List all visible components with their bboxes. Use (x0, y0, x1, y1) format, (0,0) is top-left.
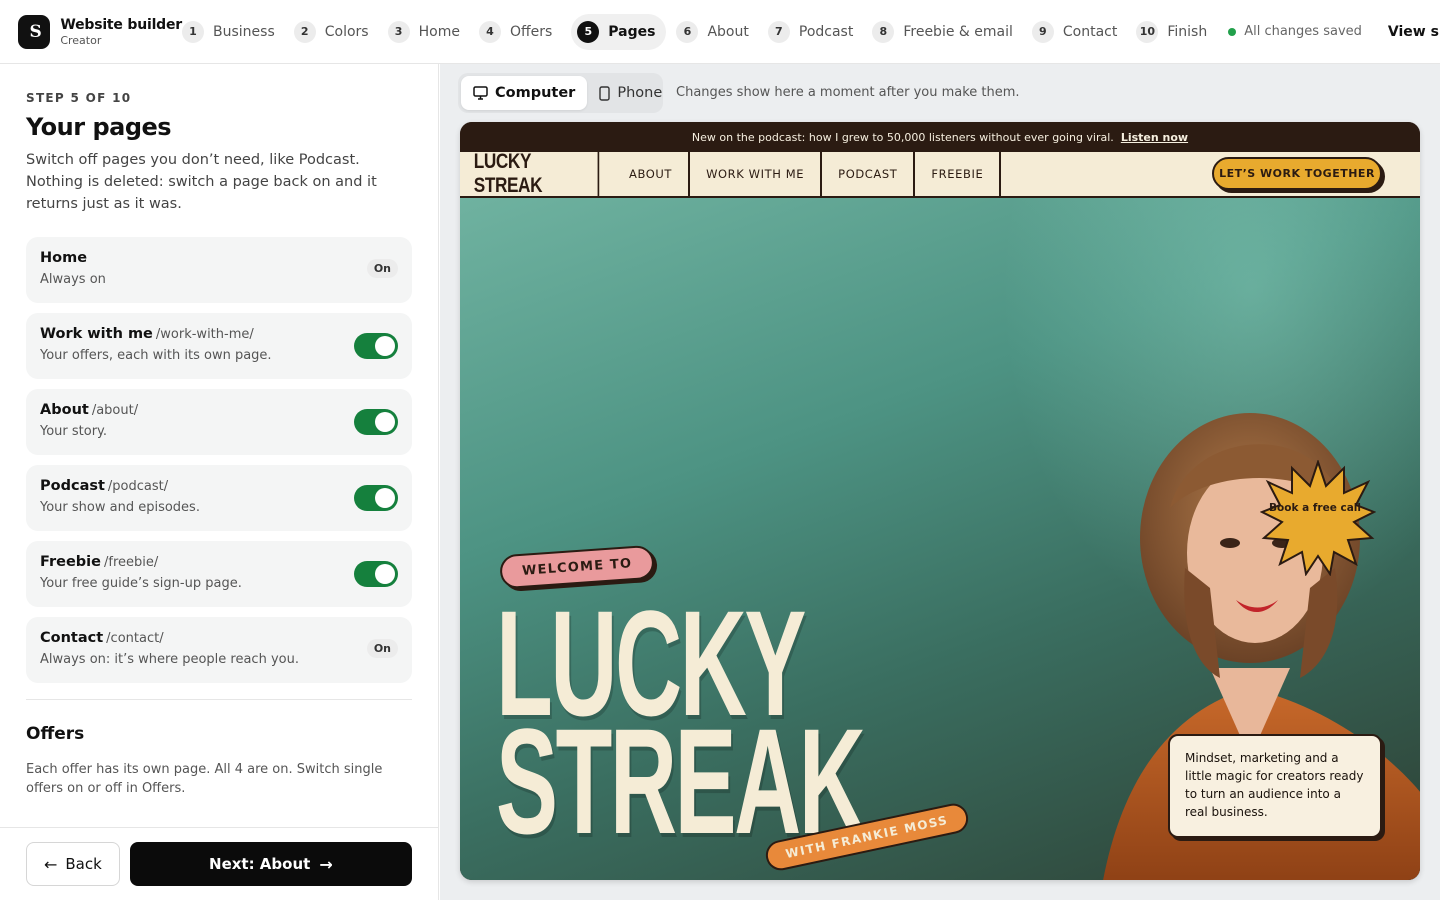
step-business[interactable]: 1 Business (182, 14, 284, 50)
step-pages[interactable]: 5 Pages (571, 13, 667, 50)
toggle-freebie[interactable] (354, 561, 398, 587)
step-home[interactable]: 3 Home (387, 14, 469, 50)
page-slug: /freebie/ (103, 555, 159, 570)
panel-footer: ← Back Next: About → (0, 827, 438, 900)
pages-panel: STEP 5 OF 10 Your pages Switch off pages… (0, 64, 439, 900)
step-finish[interactable]: 10 Finish (1136, 14, 1216, 50)
site-preview: New on the podcast: how I grew to 50,000… (460, 122, 1420, 880)
status-dot-icon (1228, 27, 1237, 36)
offers-description: Each offer has its own page. All 4 are o… (26, 762, 383, 796)
page-card-home: Home Always on On (26, 237, 412, 303)
step-podcast[interactable]: 7 Podcast (767, 14, 862, 50)
preview-hint: Changes show here a moment after you mak… (676, 85, 1020, 100)
announcement-bar: New on the podcast: how I grew to 50,000… (460, 122, 1420, 152)
toggle-podcast[interactable] (354, 485, 398, 511)
save-status: All changes saved (1228, 24, 1362, 39)
page-title: Your pages (26, 113, 172, 141)
page-card-about: About/about/ Your story. (26, 389, 412, 455)
step-nav: 1 Business 2 Colors 3 Home 4 Offers 5 Pages 6… (182, 0, 1226, 64)
cta-button[interactable]: LET’S WORK TOGETHER (1212, 157, 1382, 190)
page-slug: /contact/ (106, 631, 164, 646)
hero-section: WELCOME TO LUCKY STREAK WITH FRANKIE MOS… (460, 198, 1420, 880)
brand[interactable]: S Website builder Creator (18, 14, 182, 49)
device-switcher: Computer Phone (458, 73, 663, 113)
app-plan: Creator (60, 33, 102, 47)
step-about[interactable]: 6 About (676, 14, 757, 50)
site-nav-work-with-me[interactable]: WORK WITH ME (690, 152, 823, 196)
book-call-text[interactable]: Book a free call (1260, 502, 1370, 514)
next-button[interactable]: Next: About → (129, 842, 412, 886)
page-card-freebie: Freebie/freebie/ Your free guide’s sign-… (26, 541, 412, 607)
back-button[interactable]: ← Back (26, 842, 120, 886)
preview-pane: Computer Phone Changes show here a momen… (440, 64, 1440, 900)
toggle-work-with-me[interactable] (354, 333, 398, 359)
site-nav: LUCKY STREAK ABOUT WORK WITH ME PODCAST … (460, 150, 1420, 198)
device-phone-tab[interactable]: Phone (587, 76, 674, 110)
starburst-badge-icon[interactable] (1260, 460, 1376, 576)
monitor-icon (473, 86, 488, 100)
page-slug: /work-with-me/ (155, 327, 254, 342)
always-on-badge: On (366, 259, 398, 278)
app-name: Website builder (60, 16, 182, 33)
top-bar: S Website builder Creator 1 Business 2 Col… (0, 0, 1440, 64)
site-nav-about[interactable]: ABOUT (613, 152, 691, 196)
page-slug: /about/ (91, 403, 139, 418)
arrow-right-icon: → (319, 854, 333, 874)
offers-heading: Offers (26, 724, 85, 744)
page-slug: /podcast/ (107, 479, 169, 494)
phone-icon (599, 85, 611, 101)
page-list: Home Always on On Work with me/work-with… (26, 237, 412, 683)
page-card-podcast: Podcast/podcast/ Your show and episodes. (26, 465, 412, 531)
announcement-link[interactable]: Listen now (1121, 131, 1188, 144)
toggle-about[interactable] (354, 409, 398, 435)
step-eyebrow: STEP 5 OF 10 (26, 91, 132, 105)
always-on-badge: On (366, 639, 398, 658)
site-logo[interactable]: LUCKY STREAK (474, 150, 600, 197)
view-site-link[interactable]: View site (1388, 24, 1440, 40)
site-nav-freebie[interactable]: FREEBIE (915, 152, 1002, 196)
app-logo: S (18, 14, 51, 49)
page-description: Switch off pages you don’t need, like Po… (26, 152, 377, 212)
step-colors[interactable]: 2 Colors (293, 14, 378, 50)
hero-note-card: Mindset, marketing and a little magic fo… (1168, 734, 1382, 838)
step-freebie-email[interactable]: 8 Freebie & email (872, 14, 1022, 50)
page-card-contact: Contact/contact/ Always on: it’s where p… (26, 617, 412, 683)
step-contact[interactable]: 9 Contact (1031, 14, 1126, 50)
site-nav-podcast[interactable]: PODCAST (822, 152, 916, 196)
page-card-work-with-me: Work with me/work-with-me/ Your offers, … (26, 313, 412, 379)
step-offers[interactable]: 4 Offers (478, 14, 561, 50)
device-computer-tab[interactable]: Computer (461, 76, 588, 110)
arrow-left-icon: ← (43, 854, 58, 874)
divider (26, 699, 412, 700)
